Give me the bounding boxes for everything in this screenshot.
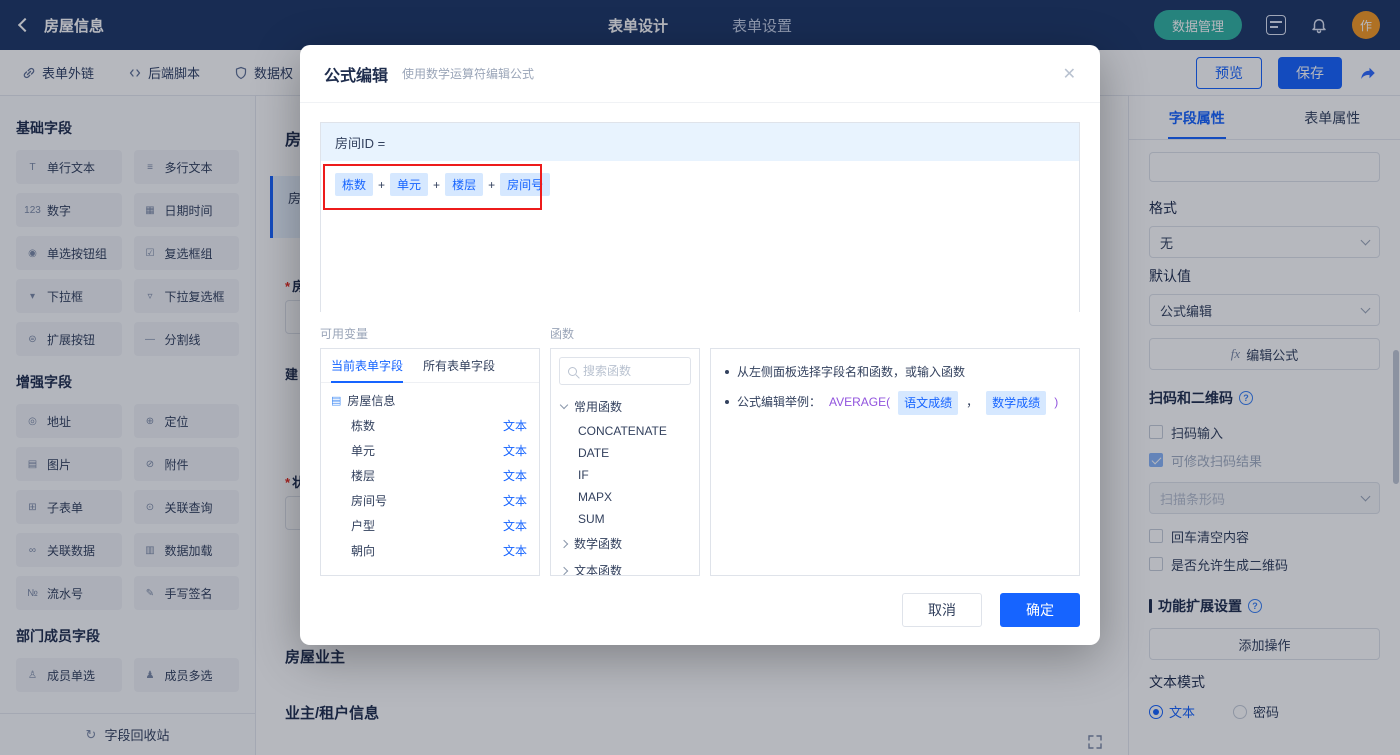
confirm-button[interactable]: 确定	[1000, 593, 1080, 627]
variable-type-tag: 文本	[502, 469, 527, 483]
variables-panel: 当前表单字段 所有表单字段 ▤ 房屋信息 栋数 文本 单元 文本 楼层 文本 房间号文…	[320, 348, 540, 576]
example-field-chip: 数学成绩	[986, 391, 1047, 415]
file-icon: ▤	[331, 395, 342, 407]
form-node[interactable]: ▤ 房屋信息	[321, 383, 539, 413]
formula-dialog: 公式编辑 使用数学运算符编辑公式 ✕ 房间ID = 栋数 + 单元 + 楼层 + 房间号 可…	[300, 45, 1100, 645]
function-item[interactable]: MAPX	[551, 486, 699, 508]
function-item[interactable]: SUM	[551, 508, 699, 530]
chevron-down-icon	[559, 400, 569, 410]
dialog-subtitle: 使用数学运算符编辑公式	[402, 67, 535, 81]
function-group-math[interactable]: 数学函数	[551, 530, 699, 557]
variable-row[interactable]: 楼层 文本	[321, 463, 539, 488]
formula-token[interactable]: 房间号	[500, 173, 551, 196]
chevron-right-icon	[559, 566, 569, 575]
bullet-icon	[725, 370, 729, 374]
plus-operator: +	[378, 178, 386, 192]
function-item[interactable]: DATE	[551, 442, 699, 464]
function-search-input[interactable]	[583, 364, 682, 378]
variable-row[interactable]: 房间号 文本	[321, 488, 539, 513]
tab-all-form-fields[interactable]: 所有表单字段	[413, 349, 505, 382]
example-field-chip: 语文成绩	[898, 391, 959, 415]
function-name: AVERAGE(	[829, 395, 891, 409]
bullet-icon	[725, 400, 729, 404]
variable-type-tag: 文本	[502, 419, 527, 433]
formula-input-area[interactable]: 栋数 + 单元 + 楼层 + 房间号	[321, 161, 1079, 312]
variable-row[interactable]: 朝向 文本	[321, 538, 539, 563]
formula-editor: 房间ID = 栋数 + 单元 + 楼层 + 房间号	[320, 122, 1080, 312]
help-panel: 从左侧面板选择字段名和函数，或输入函数 公式编辑举例： AVERAGE(语文成绩，…	[710, 348, 1080, 576]
variable-row[interactable]: 单元 文本	[321, 438, 539, 463]
close-icon[interactable]: ✕	[1063, 64, 1076, 84]
variable-type-tag: 文本	[502, 544, 527, 558]
function-item[interactable]: IF	[551, 464, 699, 486]
variable-row[interactable]: 户型 文本	[321, 513, 539, 538]
variable-row[interactable]: 栋数 文本	[321, 413, 539, 438]
variable-type-tag: 文本	[502, 519, 527, 533]
functions-label: 函数	[550, 327, 575, 341]
plus-operator: +	[488, 178, 496, 192]
variables-label: 可用变量	[320, 327, 369, 341]
chevron-right-icon	[559, 539, 569, 548]
function-group-text[interactable]: 文本函数	[551, 557, 699, 575]
variable-type-tag: 文本	[502, 494, 527, 508]
search-icon	[568, 366, 577, 376]
function-item[interactable]: CONCATENATE	[551, 420, 699, 442]
functions-panel: 常用函数 CONCATENATE DATE IF MAPX SUM 数学函数 文…	[550, 348, 700, 576]
formula-token[interactable]: 单元	[390, 173, 429, 196]
cancel-button[interactable]: 取消	[902, 593, 982, 627]
variable-type-tag: 文本	[502, 444, 527, 458]
function-group-common[interactable]: 常用函数	[551, 393, 699, 420]
plus-operator: +	[433, 178, 441, 192]
dialog-title: 公式编辑	[324, 67, 389, 85]
function-search[interactable]	[559, 357, 691, 385]
formula-token[interactable]: 楼层	[445, 173, 484, 196]
formula-target: 房间ID =	[321, 123, 1079, 161]
tab-current-form-fields[interactable]: 当前表单字段	[321, 349, 413, 383]
formula-token[interactable]: 栋数	[335, 173, 374, 196]
